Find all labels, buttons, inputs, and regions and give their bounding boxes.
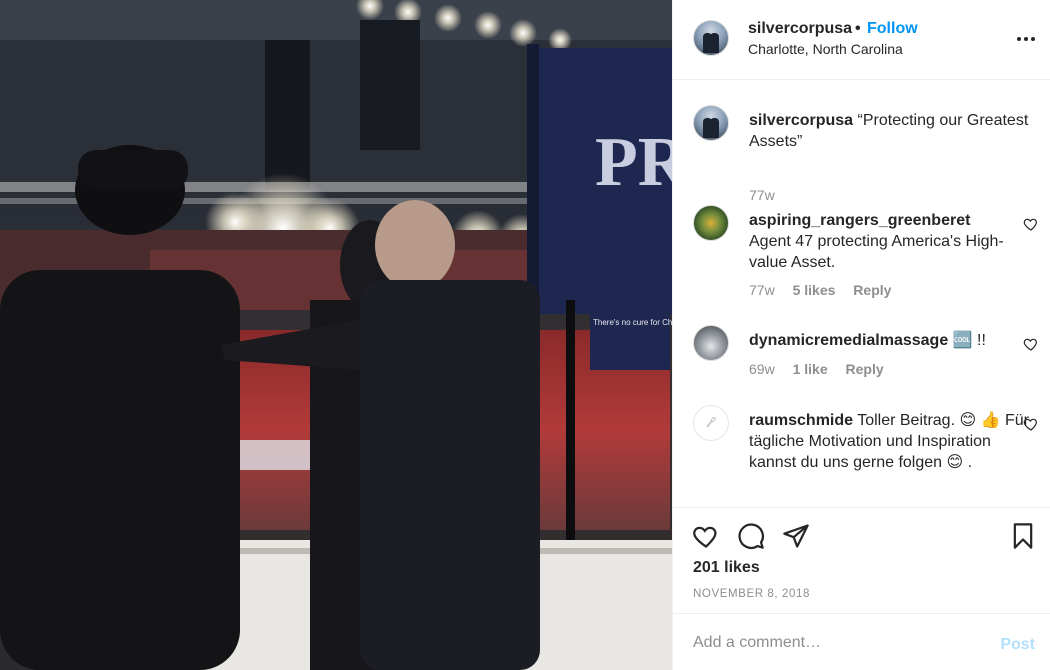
header-username[interactable]: silvercorpusa — [748, 20, 852, 38]
post-date[interactable]: November 8, 2018 — [693, 588, 810, 600]
post-details-panel: silvercorpusa • Follow Charlotte, North … — [672, 0, 1050, 670]
comment-body: dynamicremedialmassage 🆒 !! — [749, 330, 1039, 351]
reply-button[interactable]: Reply — [846, 361, 884, 377]
comment-likes[interactable]: 1 like — [793, 361, 828, 377]
likes-count[interactable]: 201 likes — [693, 559, 760, 577]
post-button[interactable]: Post — [1000, 636, 1035, 654]
arena-scene: PR There's no cure for Checkers fever — [0, 0, 672, 670]
heart-icon[interactable] — [1023, 336, 1039, 352]
post-actions: 201 likes November 8, 2018 — [673, 507, 1050, 613]
heart-icon[interactable] — [1023, 216, 1039, 232]
follow-button[interactable]: Follow — [867, 20, 918, 38]
caption-time[interactable]: 77w — [749, 187, 775, 203]
comment-meta: 69w 1 like Reply — [749, 361, 898, 377]
comment-icon[interactable] — [737, 522, 765, 550]
comment-username[interactable]: raumschmide — [749, 412, 853, 429]
post-header: silvercorpusa • Follow Charlotte, North … — [673, 0, 1050, 80]
avatar[interactable] — [693, 325, 729, 361]
sign-text: PR — [595, 124, 672, 201]
send-icon[interactable] — [782, 522, 810, 550]
bookmark-icon[interactable] — [1009, 522, 1037, 550]
logo-icon — [706, 417, 716, 428]
comment-text: 🆒 !! — [952, 332, 986, 349]
avatar[interactable] — [693, 105, 729, 141]
caption-username[interactable]: silvercorpusa — [749, 112, 853, 129]
comment-body: aspiring_rangers_greenberet Agent 47 pro… — [749, 210, 1039, 273]
avatar[interactable] — [693, 405, 729, 441]
avatar[interactable] — [693, 20, 729, 56]
more-horizontal-icon[interactable] — [1017, 26, 1035, 50]
comment-likes[interactable]: 5 likes — [793, 282, 836, 298]
header-separator: • — [855, 20, 861, 37]
heart-icon[interactable] — [692, 522, 720, 550]
comment-username[interactable]: aspiring_rangers_greenberet — [749, 212, 970, 229]
comment-time[interactable]: 77w — [749, 282, 775, 298]
comment-meta: 77w 5 likes Reply — [749, 282, 905, 298]
heart-icon[interactable] — [1023, 416, 1039, 432]
caption-meta: 77w — [749, 187, 789, 203]
post-photo[interactable]: PR There's no cure for Checkers fever — [0, 0, 672, 670]
comment-body: raumschmide Toller Beitrag. 😊 👍 Für tägl… — [749, 410, 1039, 473]
person-left-silhouette — [0, 145, 240, 670]
comment-text: Agent 47 protecting America's High-value… — [749, 233, 1004, 271]
banner-text: There's no cure for Checkers fever — [593, 318, 672, 327]
location-link[interactable]: Charlotte, North Carolina — [748, 41, 903, 57]
reply-button[interactable]: Reply — [853, 282, 891, 298]
comment-input[interactable] — [693, 631, 993, 655]
avatar[interactable] — [693, 205, 729, 241]
caption-body: silvercorpusa “Protecting our Greatest A… — [749, 110, 1039, 152]
comments-list[interactable]: silvercorpusa “Protecting our Greatest A… — [673, 80, 1050, 507]
comment-time[interactable]: 69w — [749, 361, 775, 377]
comment-username[interactable]: dynamicremedialmassage — [749, 332, 948, 349]
add-comment-bar: Post — [673, 613, 1050, 670]
